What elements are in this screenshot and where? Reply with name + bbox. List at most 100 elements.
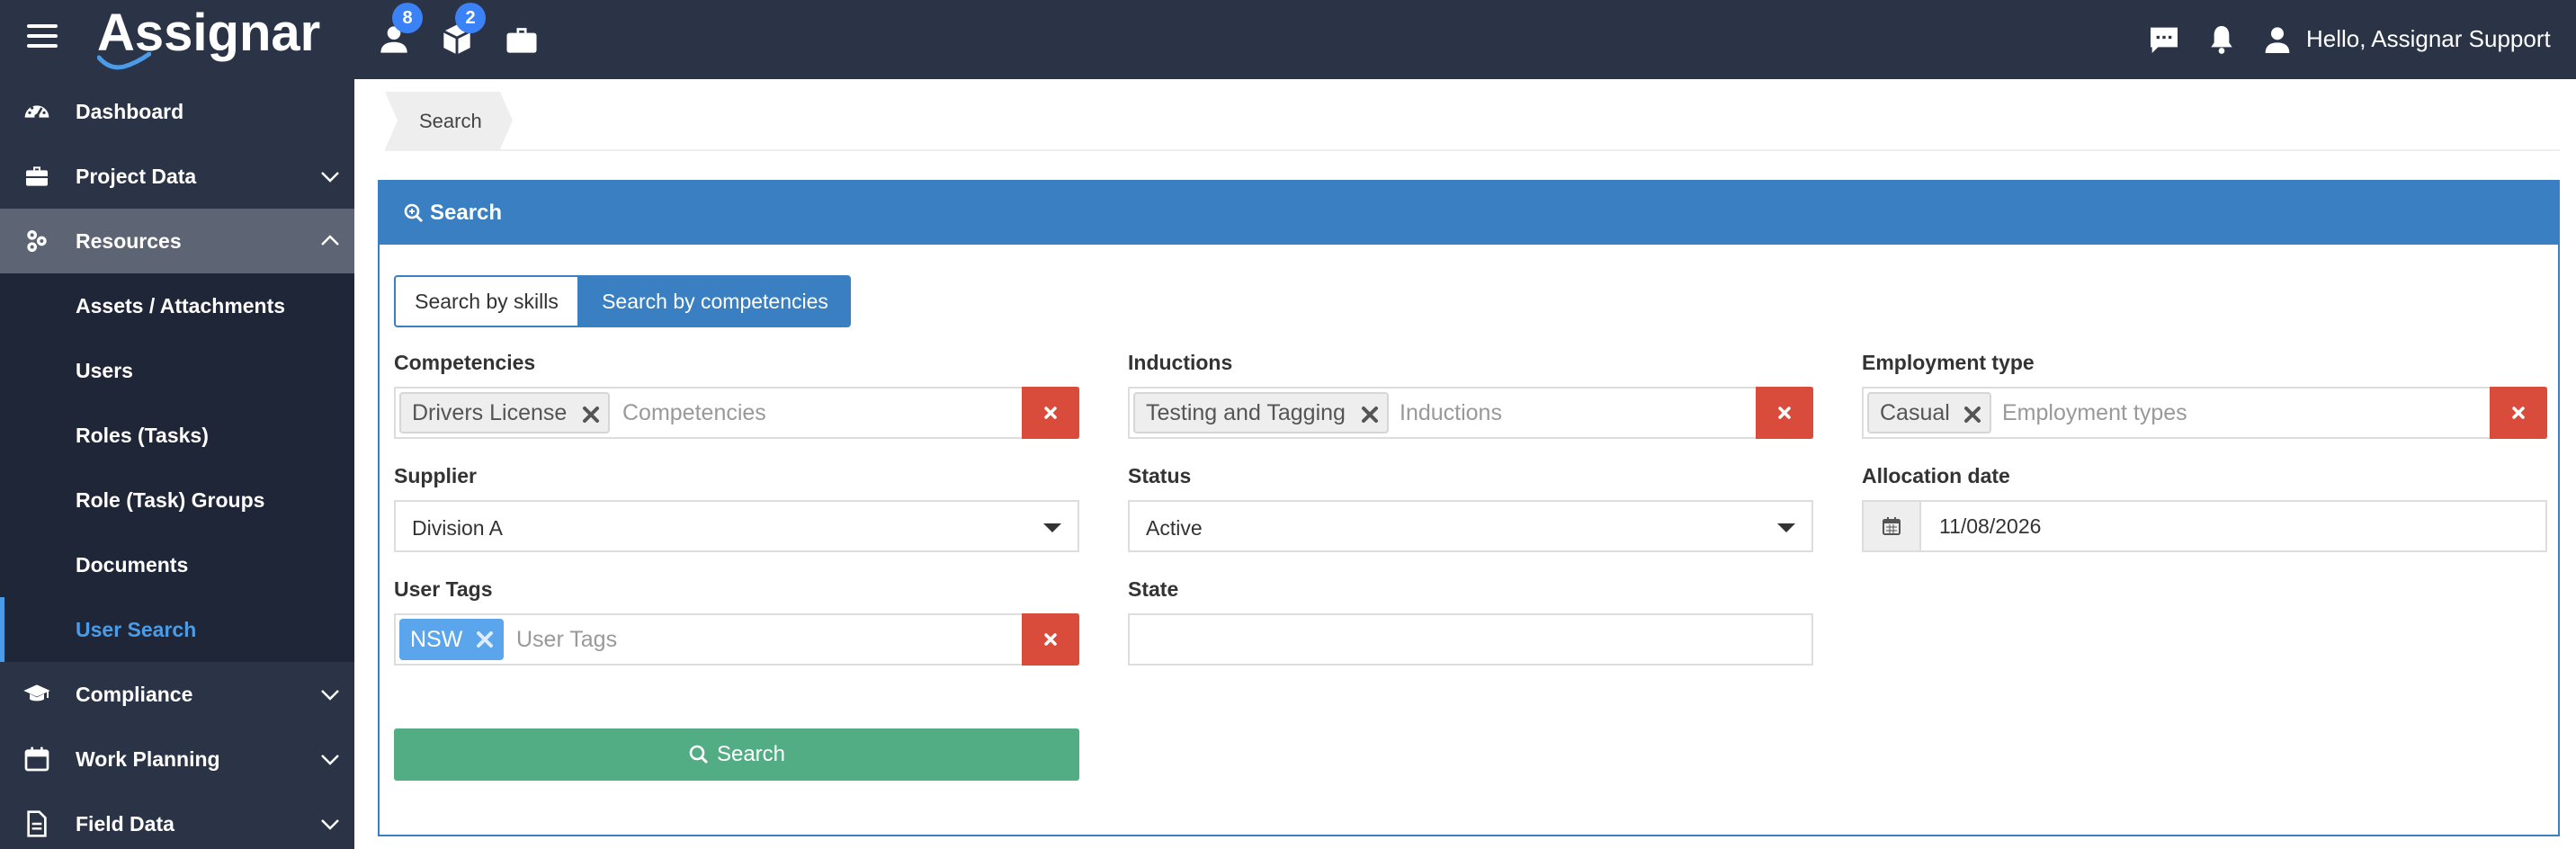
chevron-down-icon: [321, 690, 339, 701]
sidebar-subitem-label: Users: [76, 358, 133, 382]
briefcase-icon[interactable]: [502, 20, 541, 59]
close-icon: [2512, 407, 2525, 419]
inductions-label: Inductions: [1128, 351, 1233, 374]
sidebar-item-project-data[interactable]: Project Data: [0, 144, 354, 209]
search-button[interactable]: Search: [394, 728, 1079, 781]
close-icon: [1044, 633, 1057, 646]
state-input[interactable]: [1128, 613, 1813, 666]
employment-type-field[interactable]: Casual: [1862, 387, 2547, 439]
tag-label: Casual: [1880, 399, 1950, 425]
inductions-field[interactable]: Testing and Tagging: [1128, 387, 1813, 439]
employment-type-tag: Casual: [1867, 392, 1991, 433]
caret-down-icon: [1043, 523, 1061, 532]
induction-tag: Testing and Tagging: [1133, 392, 1389, 433]
boxes-badge: 2: [455, 3, 486, 33]
tag-label: Testing and Tagging: [1146, 399, 1346, 425]
remove-tag-icon[interactable]: [1360, 405, 1380, 424]
user-greeting[interactable]: Hello, Assignar Support: [2306, 25, 2551, 53]
chat-icon[interactable]: [2146, 22, 2182, 58]
sidebar-subitem-label: Assets / Attachments: [76, 293, 286, 317]
sidebar-item-label: Field Data: [76, 811, 174, 836]
chevron-down-icon: [321, 819, 339, 830]
sidebar-subitem-roles[interactable]: Roles (Tasks): [0, 403, 354, 468]
brand-logo[interactable]: Assignar: [97, 4, 320, 72]
calendar-addon[interactable]: [1862, 500, 1921, 552]
employment-types-input[interactable]: [2002, 390, 2470, 435]
sidebar-item-label: Work Planning: [76, 746, 220, 771]
user-tags-input[interactable]: [516, 617, 1002, 662]
sidebar-item-label: Dashboard: [76, 99, 184, 123]
panel-header: Search: [380, 182, 2558, 245]
clear-employment-type-button[interactable]: [2490, 387, 2547, 439]
sidebar-subitem-label: Documents: [76, 552, 189, 576]
chevron-down-icon: [321, 755, 339, 765]
user-tags-field[interactable]: NSW: [394, 613, 1079, 666]
allocation-date-label: Allocation date: [1862, 464, 2010, 487]
bell-icon[interactable]: [2204, 22, 2240, 58]
clear-competencies-button[interactable]: [1022, 387, 1079, 439]
graduation-cap-icon: [23, 684, 50, 702]
sidebar-item-work-planning[interactable]: Work Planning: [0, 727, 354, 791]
user-tags-label: User Tags: [394, 577, 493, 601]
close-icon: [1778, 407, 1791, 419]
allocation-date-field: [1862, 500, 2547, 552]
supplier-value: Division A: [412, 516, 503, 540]
sidebar-subitem-users[interactable]: Users: [0, 338, 354, 403]
remove-tag-icon[interactable]: [1963, 405, 1982, 424]
sidebar-item-compliance[interactable]: Compliance: [0, 662, 354, 727]
calendar-icon: [1883, 517, 1901, 535]
tab-search-by-skills[interactable]: Search by skills: [394, 275, 579, 327]
employment-type-label: Employment type: [1862, 351, 2035, 374]
box-icon[interactable]: 2: [437, 3, 486, 59]
sidebar-item-label: Compliance: [76, 682, 193, 706]
allocation-date-input[interactable]: [1919, 500, 2547, 552]
inductions-input[interactable]: [1400, 390, 1741, 435]
user-icon[interactable]: [2259, 22, 2295, 58]
status-value: Active: [1146, 516, 1203, 540]
search-icon: [689, 745, 709, 764]
resources-submenu: Assets / Attachments Users Roles (Tasks)…: [0, 273, 354, 662]
remove-tag-icon[interactable]: [475, 630, 495, 649]
clear-inductions-button[interactable]: [1756, 387, 1813, 439]
users-badge: 8: [392, 3, 423, 33]
state-label: State: [1128, 577, 1179, 601]
sidebar: Dashboard Project Data Resources Assets …: [0, 79, 354, 849]
calendar-icon: [24, 746, 49, 772]
search-button-label: Search: [716, 742, 786, 766]
users-icon[interactable]: 8: [374, 3, 423, 59]
sidebar-item-field-data[interactable]: Field Data: [0, 791, 354, 849]
supplier-label: Supplier: [394, 464, 478, 487]
clear-user-tags-button[interactable]: [1022, 613, 1079, 666]
sidebar-item-label: Resources: [76, 228, 182, 253]
sidebar-item-resources[interactable]: Resources: [0, 209, 354, 273]
resources-icon: [27, 230, 47, 252]
tab-search-by-competencies[interactable]: Search by competencies: [579, 275, 851, 327]
breadcrumb-label: Search: [419, 110, 482, 132]
chevron-down-icon: [321, 172, 339, 183]
sidebar-item-dashboard[interactable]: Dashboard: [0, 79, 354, 144]
briefcase-icon: [26, 166, 48, 186]
sidebar-subitem-label: Role (Task) Groups: [76, 487, 265, 512]
panel-title: Search: [430, 201, 503, 225]
sidebar-subitem-documents[interactable]: Documents: [0, 532, 354, 597]
competencies-field[interactable]: Drivers License: [394, 387, 1079, 439]
logo-swoosh-icon: [97, 52, 151, 70]
menu-icon[interactable]: [27, 24, 58, 49]
competency-tag: Drivers License: [399, 392, 610, 433]
sidebar-subitem-label: Roles (Tasks): [76, 423, 209, 447]
sidebar-item-label: Project Data: [76, 164, 197, 188]
competencies-input[interactable]: [622, 390, 1009, 435]
close-icon: [1044, 407, 1057, 419]
top-bar: Assignar 8 2 Hello, Assignar Support: [0, 0, 2576, 79]
search-panel: Search Search by skills Search by compet…: [378, 180, 2560, 836]
status-select[interactable]: Active: [1128, 500, 1813, 552]
document-icon: [27, 810, 47, 837]
remove-tag-icon[interactable]: [581, 405, 601, 424]
supplier-select[interactable]: Division A: [394, 500, 1079, 552]
sidebar-subitem-user-search[interactable]: User Search: [0, 597, 354, 662]
search-plus-icon: [404, 203, 424, 223]
chevron-up-icon: [321, 235, 339, 246]
sidebar-subitem-assets[interactable]: Assets / Attachments: [0, 273, 354, 338]
sidebar-subitem-role-groups[interactable]: Role (Task) Groups: [0, 468, 354, 532]
tag-label: Drivers License: [412, 399, 568, 425]
